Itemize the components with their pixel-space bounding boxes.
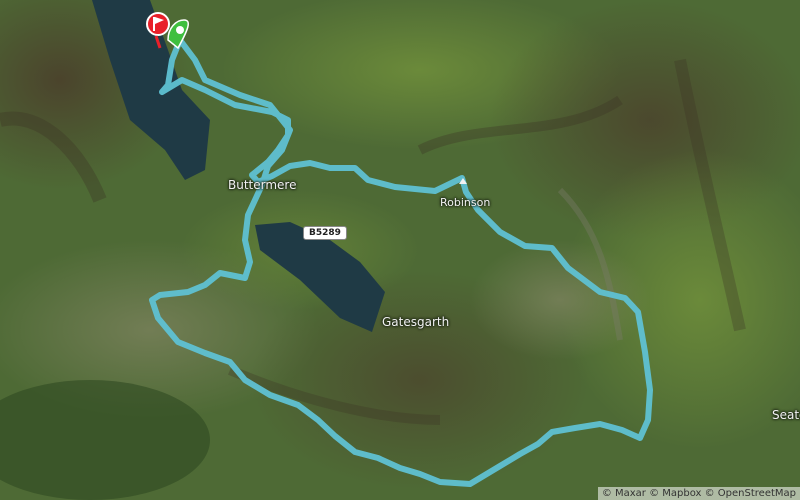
label-seatoller: Seato: [772, 408, 800, 422]
label-buttermere: Buttermere: [228, 178, 297, 192]
peak-icon: [459, 178, 467, 184]
road-shield-b5289: B5289: [303, 226, 347, 240]
label-robinson: Robinson: [440, 196, 491, 209]
map-view[interactable]: Buttermere Robinson Gatesgarth Seato B52…: [0, 0, 800, 500]
label-gatesgarth: Gatesgarth: [382, 315, 450, 329]
map-attribution[interactable]: © Maxar © Mapbox © OpenStreetMap: [597, 487, 800, 500]
satellite-terrain: [0, 0, 800, 500]
